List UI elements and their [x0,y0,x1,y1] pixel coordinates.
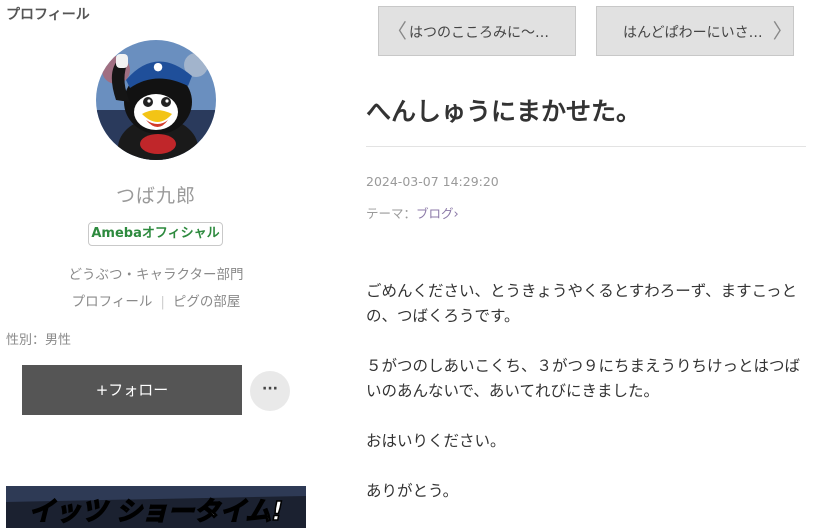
chevron-right-icon: 〉 [772,19,793,43]
prev-entry-label: はつのこころみに～… [409,25,549,41]
body-paragraph: ありがとう。 [366,482,459,500]
pigg-room-link[interactable]: ピグの部屋 [173,294,241,310]
prev-entry-button[interactable]: 〈はつのこころみに～… [378,6,576,56]
next-entry-label: はんどぱわーにいさ… [623,25,763,41]
entry-body: ごめんください、とうきょうやくるとすわろーず、ますこっとの、つばくろうです。 ５… [366,279,806,529]
next-entry-button[interactable]: はんどぱわーにいさ… 〉 [596,6,794,56]
body-paragraph: ごめんください、とうきょうやくるとすわろーず、ますこっとの、つばくろうです。 [366,282,798,325]
profile-heading: プロフィール [6,7,90,23]
official-badge: Amebaオフィシャル [88,222,223,246]
body-paragraph: おはいりください。 [366,432,506,450]
banner-image: イッツ ショータイム! [6,486,306,528]
follow-button[interactable]: +フォロー [22,365,242,415]
entry-date: 2024-03-07 14:29:20 [366,174,499,189]
body-paragraph: ５がつのしあいこくち、３がつ９にちまえうりちけっとはつばいのあんないで、あいてれ… [366,357,801,400]
profile-link[interactable]: プロフィール [72,294,153,310]
entry-theme: テーマ：ブログ› [366,203,459,222]
link-separator: | [160,294,165,310]
mascot-avatar-image: ● [96,40,216,160]
theme-prefix: テーマ： [366,206,417,221]
profile-name[interactable]: つば九郎 [36,181,276,208]
theme-link[interactable]: ブログ [416,206,454,221]
chevron-right-icon: › [453,207,459,222]
avatar[interactable]: ● [96,40,216,160]
profile-links: プロフィール | ピグの部屋 [36,290,276,310]
gender-label: 性別：男性 [6,333,72,348]
showtime-banner[interactable]: イッツ ショータイム! [6,486,306,528]
chevron-left-icon: 〈 [387,19,407,43]
more-options-button[interactable]: ··· [250,371,290,411]
entry-title[interactable]: へんしゅうにまかせた。 [366,92,641,128]
svg-text:●: ● [153,60,163,73]
banner-text: イッツ ショータイム! [29,497,283,527]
category-label[interactable]: どうぶつ・キャラクター部門 [36,263,276,283]
title-divider [366,146,806,147]
